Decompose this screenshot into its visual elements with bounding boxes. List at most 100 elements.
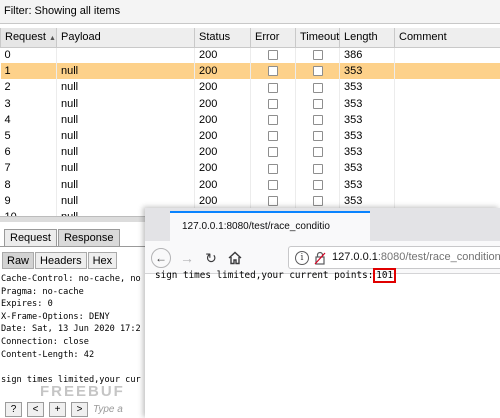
error-checkbox[interactable] bbox=[268, 179, 278, 190]
column-header-timeout[interactable]: Timeout bbox=[295, 28, 340, 48]
cell-timeout bbox=[295, 192, 340, 209]
results-body: 0 200 386 1 null 200 353 2 null 200 353 3 null 200 353… bbox=[0, 47, 500, 216]
tab-request[interactable]: Request bbox=[4, 229, 57, 246]
help-button[interactable]: ? bbox=[5, 401, 22, 417]
back-arrow-icon[interactable]: ← bbox=[151, 248, 171, 268]
cell-length: 353 bbox=[339, 95, 395, 112]
cell-error bbox=[250, 160, 296, 177]
cell-comment bbox=[394, 79, 500, 96]
error-checkbox[interactable] bbox=[268, 82, 278, 93]
url-text: 127.0.0.1:8080/test/race_condition_s bbox=[332, 251, 500, 263]
column-header-payload[interactable]: Payload bbox=[56, 28, 195, 48]
table-row[interactable]: 6 null 200 353 bbox=[0, 144, 500, 161]
timeout-checkbox[interactable] bbox=[312, 131, 323, 142]
column-header-comment[interactable]: Comment bbox=[394, 28, 500, 48]
home-icon[interactable] bbox=[225, 248, 245, 268]
raw-line: Pragma: no-cache bbox=[1, 286, 84, 297]
cell-status: 200 bbox=[194, 160, 251, 177]
table-row[interactable]: 9 null 200 353 bbox=[0, 192, 500, 209]
cell-request: 3 bbox=[0, 95, 57, 112]
table-row[interactable]: 2 null 200 353 bbox=[0, 79, 500, 96]
cell-length: 353 bbox=[339, 144, 395, 161]
cell-comment bbox=[394, 95, 500, 112]
error-checkbox[interactable] bbox=[268, 195, 278, 206]
cell-payload: null bbox=[56, 144, 195, 161]
cell-payload: null bbox=[56, 63, 195, 80]
subtab-hex[interactable]: Hex bbox=[87, 252, 118, 269]
next-match-button[interactable]: > bbox=[71, 401, 88, 417]
cell-comment bbox=[394, 127, 500, 145]
cell-request: 6 bbox=[0, 144, 57, 161]
timeout-checkbox[interactable] bbox=[312, 114, 323, 125]
column-header-error[interactable]: Error bbox=[250, 28, 296, 48]
timeout-checkbox[interactable] bbox=[312, 98, 323, 109]
raw-line: Expires: 0 bbox=[1, 299, 53, 310]
cell-payload: null bbox=[56, 111, 195, 128]
cell-request: 5 bbox=[0, 127, 57, 145]
cell-request: 8 bbox=[0, 176, 57, 193]
tab-response[interactable]: Response bbox=[57, 229, 120, 246]
table-row[interactable]: 4 null 200 353 bbox=[0, 111, 500, 128]
cell-timeout bbox=[295, 79, 340, 96]
error-checkbox[interactable] bbox=[268, 163, 278, 174]
cell-request: 4 bbox=[0, 111, 57, 128]
table-row[interactable]: 8 null 200 353 bbox=[0, 176, 500, 193]
points-value: 101 bbox=[373, 268, 397, 283]
cell-request: 10 bbox=[0, 208, 57, 216]
timeout-checkbox[interactable] bbox=[312, 50, 323, 61]
table-row[interactable]: 1 null 200 353 bbox=[0, 63, 500, 80]
cell-payload: null bbox=[56, 127, 195, 145]
timeout-checkbox[interactable] bbox=[312, 66, 323, 77]
column-header-length[interactable]: Length bbox=[339, 28, 395, 48]
table-row[interactable]: 5 null 200 353 bbox=[0, 127, 500, 145]
cell-error bbox=[250, 176, 296, 193]
error-checkbox[interactable] bbox=[268, 98, 278, 109]
cell-error bbox=[250, 79, 296, 96]
cell-timeout bbox=[295, 127, 340, 145]
browser-tab[interactable]: 127.0.0.1:8080/test/race_conditio bbox=[170, 211, 370, 241]
timeout-checkbox[interactable] bbox=[312, 179, 323, 190]
previous-match-button[interactable]: < bbox=[27, 401, 44, 417]
raw-line: Connection: close bbox=[1, 336, 89, 347]
search-input[interactable]: Type a bbox=[93, 404, 123, 415]
cell-status: 200 bbox=[194, 111, 251, 128]
cell-payload: null bbox=[56, 192, 195, 209]
cell-status: 200 bbox=[194, 63, 251, 80]
cell-error bbox=[250, 192, 296, 209]
subtab-raw[interactable]: Raw bbox=[2, 252, 35, 269]
error-checkbox[interactable] bbox=[268, 50, 278, 61]
cell-request: 9 bbox=[0, 192, 57, 209]
cell-payload: null bbox=[56, 160, 195, 177]
raw-response-text[interactable]: Cache-Control: no-cache, no Pragma: no-ca… bbox=[0, 273, 146, 397]
column-header-request[interactable]: Request ▲ bbox=[0, 28, 57, 48]
table-row[interactable]: 3 null 200 353 bbox=[0, 95, 500, 112]
add-button[interactable]: + bbox=[49, 401, 66, 417]
timeout-checkbox[interactable] bbox=[312, 82, 323, 93]
lock-icon bbox=[313, 251, 327, 265]
cell-comment bbox=[394, 47, 500, 64]
error-checkbox[interactable] bbox=[268, 131, 278, 142]
error-checkbox[interactable] bbox=[268, 114, 278, 125]
timeout-checkbox[interactable] bbox=[312, 163, 323, 174]
reload-icon[interactable]: ↻ bbox=[201, 248, 221, 268]
error-checkbox[interactable] bbox=[268, 66, 278, 77]
table-row[interactable]: 7 null 200 353 bbox=[0, 160, 500, 177]
column-header-status[interactable]: Status bbox=[194, 28, 251, 48]
forward-arrow-icon[interactable]: → bbox=[177, 248, 197, 268]
cell-request: 7 bbox=[0, 160, 57, 177]
info-icon[interactable]: i bbox=[295, 251, 309, 265]
editor-nav-bar: ? < + > Type a bbox=[0, 400, 150, 418]
timeout-checkbox[interactable] bbox=[312, 147, 323, 158]
raw-line bbox=[1, 361, 146, 374]
filter-bar[interactable]: Filter: Showing all items bbox=[0, 0, 500, 24]
subtab-headers[interactable]: Headers bbox=[35, 252, 87, 269]
cell-error bbox=[250, 127, 296, 145]
timeout-checkbox[interactable] bbox=[312, 195, 323, 206]
address-bar[interactable]: i 127.0.0.1:8080/test/race_condition_s bbox=[288, 246, 500, 269]
table-row[interactable]: 0 200 386 bbox=[0, 47, 500, 64]
error-checkbox[interactable] bbox=[268, 147, 278, 158]
cell-comment bbox=[394, 176, 500, 193]
view-subtabs: Raw Headers Hex bbox=[2, 252, 118, 269]
cell-status: 200 bbox=[194, 176, 251, 193]
cell-comment bbox=[394, 192, 500, 209]
